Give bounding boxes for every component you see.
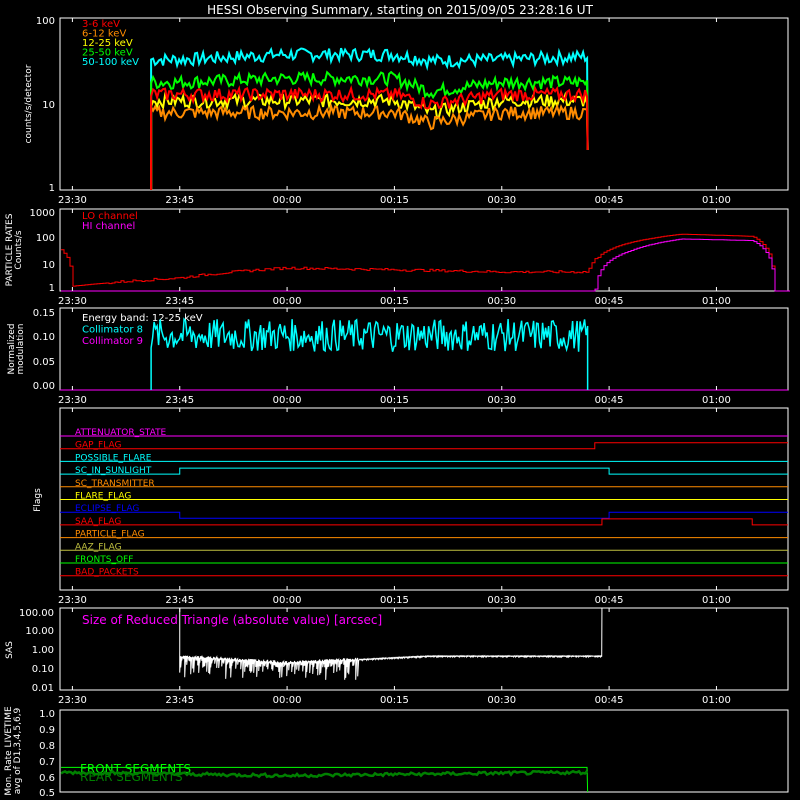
livetime-tick-09: 0.9 bbox=[39, 725, 55, 736]
counts-tick-1: 1 bbox=[49, 183, 55, 194]
time-tick-label: 01:00 bbox=[702, 695, 731, 706]
hessi-summary-chart: HESSI Observing Summary, starting on 201… bbox=[0, 0, 800, 800]
modulation-tick-010: 0.10 bbox=[33, 332, 55, 343]
time-tick-label: 00:45 bbox=[595, 595, 624, 606]
time-tick-label: 23:45 bbox=[165, 195, 194, 206]
time-tick-label: 00:15 bbox=[380, 695, 409, 706]
counts-tick-100: 100 bbox=[36, 16, 55, 27]
modulation-tick-015: 0.15 bbox=[33, 308, 55, 319]
time-tick-label: 00:15 bbox=[380, 296, 409, 307]
sas-tick-1: 1.00 bbox=[32, 645, 54, 656]
particle-ylabel-2: Counts/s bbox=[14, 230, 24, 269]
particle-tick-100: 100 bbox=[36, 233, 55, 244]
modulation-tick-000: 0.00 bbox=[33, 381, 55, 392]
time-tick-label: 23:30 bbox=[58, 395, 87, 406]
counts-ylabel: counts/s/detector bbox=[24, 64, 34, 143]
time-tick-label: 00:45 bbox=[595, 695, 624, 706]
particle-tick-10: 10 bbox=[42, 260, 55, 271]
time-tick-label: 23:30 bbox=[58, 296, 87, 307]
livetime-tick-06: 0.6 bbox=[39, 773, 55, 784]
time-tick-label: 23:45 bbox=[165, 296, 194, 307]
time-tick-label: 00:30 bbox=[487, 296, 516, 307]
particle-tick-1000: 1000 bbox=[30, 208, 55, 219]
time-tick-label: 00:15 bbox=[380, 595, 409, 606]
legend-entry: HI channel bbox=[82, 221, 135, 232]
time-tick-label: 00:00 bbox=[273, 195, 302, 206]
chart-title: HESSI Observing Summary, starting on 201… bbox=[207, 3, 593, 17]
legend-entry: REAR SEGMENTS bbox=[80, 770, 183, 784]
time-tick-label: 00:00 bbox=[273, 695, 302, 706]
sas-series-label: Size of Reduced Triangle (absolute value… bbox=[82, 613, 382, 627]
time-tick-label: 00:00 bbox=[273, 395, 302, 406]
time-tick-label: 23:45 bbox=[165, 695, 194, 706]
time-tick-label: 23:30 bbox=[58, 595, 87, 606]
livetime-tick-05: 0.5 bbox=[39, 788, 55, 799]
time-tick-label: 23:30 bbox=[58, 195, 87, 206]
legend-entry: Collimator 9 bbox=[82, 336, 143, 347]
time-tick-label: 00:00 bbox=[273, 595, 302, 606]
time-tick-label: 23:45 bbox=[165, 395, 194, 406]
time-tick-label: 00:15 bbox=[380, 195, 409, 206]
time-tick-label: 00:30 bbox=[487, 695, 516, 706]
time-tick-label: 23:30 bbox=[58, 695, 87, 706]
legend-entry: Collimator 8 bbox=[82, 325, 143, 336]
time-tick-label: 00:45 bbox=[595, 195, 624, 206]
flags-ylabel: Flags bbox=[33, 488, 43, 512]
time-tick-label: 00:30 bbox=[487, 595, 516, 606]
time-tick-label: 00:15 bbox=[380, 395, 409, 406]
counts-tick-10: 10 bbox=[42, 100, 55, 111]
livetime-tick-10: 1.0 bbox=[39, 709, 55, 720]
time-tick-label: 01:00 bbox=[702, 296, 731, 307]
modulation-tick-005: 0.05 bbox=[33, 357, 55, 368]
sas-tick-100: 100.00 bbox=[19, 608, 54, 619]
modulation-ylabel-2: modulation bbox=[16, 324, 26, 375]
time-tick-label: 00:30 bbox=[487, 395, 516, 406]
sas-tick-10: 10.00 bbox=[25, 626, 54, 637]
sas-tick-001: 0.01 bbox=[32, 683, 54, 694]
particle-legend: LO channelHI channel bbox=[82, 211, 138, 232]
livetime-tick-07: 0.7 bbox=[39, 757, 55, 768]
time-tick-label: 01:00 bbox=[702, 395, 731, 406]
time-tick-label: 23:45 bbox=[165, 595, 194, 606]
particle-tick-1: 1 bbox=[49, 283, 55, 294]
sas-tick-01: 0.10 bbox=[32, 664, 54, 675]
legend-entry: 50-100 keV bbox=[82, 57, 139, 68]
livetime-tick-08: 0.8 bbox=[39, 741, 55, 752]
sas-ylabel: SAS bbox=[5, 641, 15, 659]
time-tick-label: 00:45 bbox=[595, 296, 624, 307]
time-tick-label: 00:45 bbox=[595, 395, 624, 406]
time-tick-label: 00:00 bbox=[273, 296, 302, 307]
time-tick-label: 01:00 bbox=[702, 595, 731, 606]
livetime-ylabel-2: avg of D1,3,4,5,6,9 bbox=[13, 707, 23, 794]
time-tick-label: 00:30 bbox=[487, 195, 516, 206]
time-tick-label: 01:00 bbox=[702, 195, 731, 206]
